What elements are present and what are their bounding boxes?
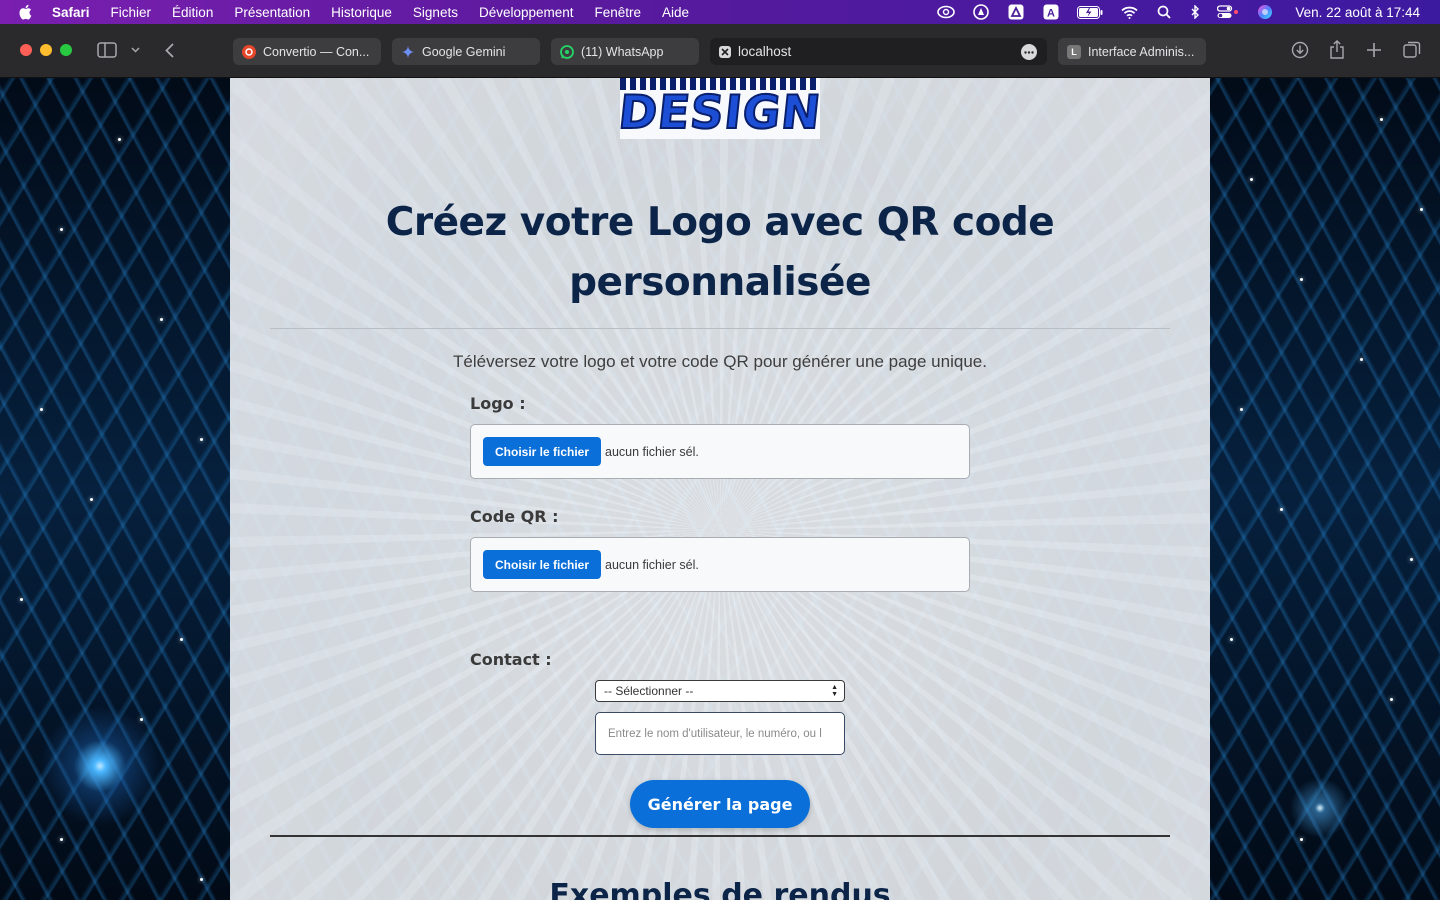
tab-label: Convertio — Con... [263,44,370,59]
tab-label: (11) WhatsApp [581,44,664,59]
share-icon[interactable] [1329,39,1345,59]
generate-page-button[interactable]: Générer la page [630,780,810,828]
svg-text:A: A [1047,8,1055,20]
page-title: Créez votre Logo avec QR code personnali… [385,200,1055,305]
logo-text: DESIGN [620,84,820,139]
menu-fenetre[interactable]: Fenêtre [595,5,642,20]
gemini-icon [401,45,415,59]
contact-value-input[interactable]: Entrez le nom d'utilisateur, le numéro, … [595,712,845,755]
qr-field-label: Code QR : [470,507,559,526]
drive-icon[interactable] [1007,4,1025,20]
sidebar-toggle-icon[interactable] [97,42,117,58]
menu-bar: Safari Fichier Édition Présentation Hist… [0,0,1440,24]
divider-top [270,328,1170,329]
qr-file-input[interactable]: Choisir le fichier aucun fichier sél. [470,537,970,592]
logo-file-status: aucun fichier sél. [605,444,699,459]
contact-select-value: -- Sélectionner -- [604,684,694,698]
window-zoom-button[interactable] [60,44,72,56]
creative-cloud-icon[interactable] [937,4,956,20]
back-icon[interactable] [163,42,175,58]
search-icon[interactable] [1155,4,1173,20]
tab-gemini[interactable]: Google Gemini [392,38,540,65]
browser-toolbar: Convertio — Con... Google Gemini (11) Wh… [0,24,1440,78]
keyboard-a-icon[interactable]: A [1042,4,1060,20]
menubar-datetime[interactable]: Ven. 22 août à 17:44 [1295,5,1420,20]
vpn-icon[interactable] [972,4,990,20]
tab-localhost[interactable]: localhost [710,38,1047,65]
tab-overview-icon[interactable] [1403,41,1421,59]
window-minimize-button[interactable] [40,44,52,56]
examples-section-title: Exemples de rendus [549,878,891,900]
control-center-icon[interactable] [1217,4,1239,20]
tab-admin[interactable]: L Interface Adminis... [1058,38,1206,65]
apple-icon[interactable] [18,4,34,20]
tab-whatsapp[interactable]: (11) WhatsApp [551,38,699,65]
tab-label: Google Gemini [422,44,506,59]
downloads-icon[interactable] [1291,41,1309,59]
menu-historique[interactable]: Historique [331,5,392,20]
whatsapp-icon [560,44,574,59]
tab-label: Interface Adminis... [1088,44,1195,59]
contact-field-label: Contact : [470,650,552,669]
qr-choose-file-button[interactable]: Choisir le fichier [483,550,602,579]
content-panel: DESIGN Créez votre Logo avec QR code per… [230,78,1210,900]
qr-file-status: aucun fichier sél. [605,557,699,572]
convertio-icon [242,44,256,59]
bluetooth-icon[interactable] [1190,4,1200,20]
close-icon[interactable] [719,45,731,58]
logo-choose-file-button[interactable]: Choisir le fichier [483,437,602,466]
brand-logo: DESIGN [620,78,820,139]
divider-bottom [270,835,1170,837]
menu-developpement[interactable]: Développement [479,5,574,20]
chevron-down-icon[interactable] [130,46,140,54]
menu-aide[interactable]: Aide [662,5,689,20]
tab-label: localhost [738,44,792,59]
menu-fichier[interactable]: Fichier [111,5,152,20]
new-tab-icon[interactable] [1366,42,1382,58]
tab-convertio[interactable]: Convertio — Con... [233,38,381,65]
contact-input-placeholder: Entrez le nom d'utilisateur, le numéro, … [608,727,822,740]
select-arrows-icon: ▲ ▼ [831,684,838,698]
logo-field-label: Logo : [470,394,526,413]
siri-icon[interactable] [1256,4,1274,20]
page-subtitle: Téléversez votre logo et votre code QR p… [453,352,987,371]
contact-type-select[interactable]: -- Sélectionner -- ▲ ▼ [595,680,845,702]
more-options-icon[interactable] [1021,44,1037,60]
menu-presentation[interactable]: Présentation [234,5,310,20]
admin-favicon-icon: L [1067,44,1081,59]
menu-edition[interactable]: Édition [172,5,213,20]
wifi-icon[interactable] [1120,4,1138,20]
battery-icon[interactable] [1077,4,1103,20]
menu-app-name[interactable]: Safari [52,5,90,20]
window-close-button[interactable] [20,44,32,56]
menu-signets[interactable]: Signets [413,5,458,20]
logo-file-input[interactable]: Choisir le fichier aucun fichier sél. [470,424,970,479]
